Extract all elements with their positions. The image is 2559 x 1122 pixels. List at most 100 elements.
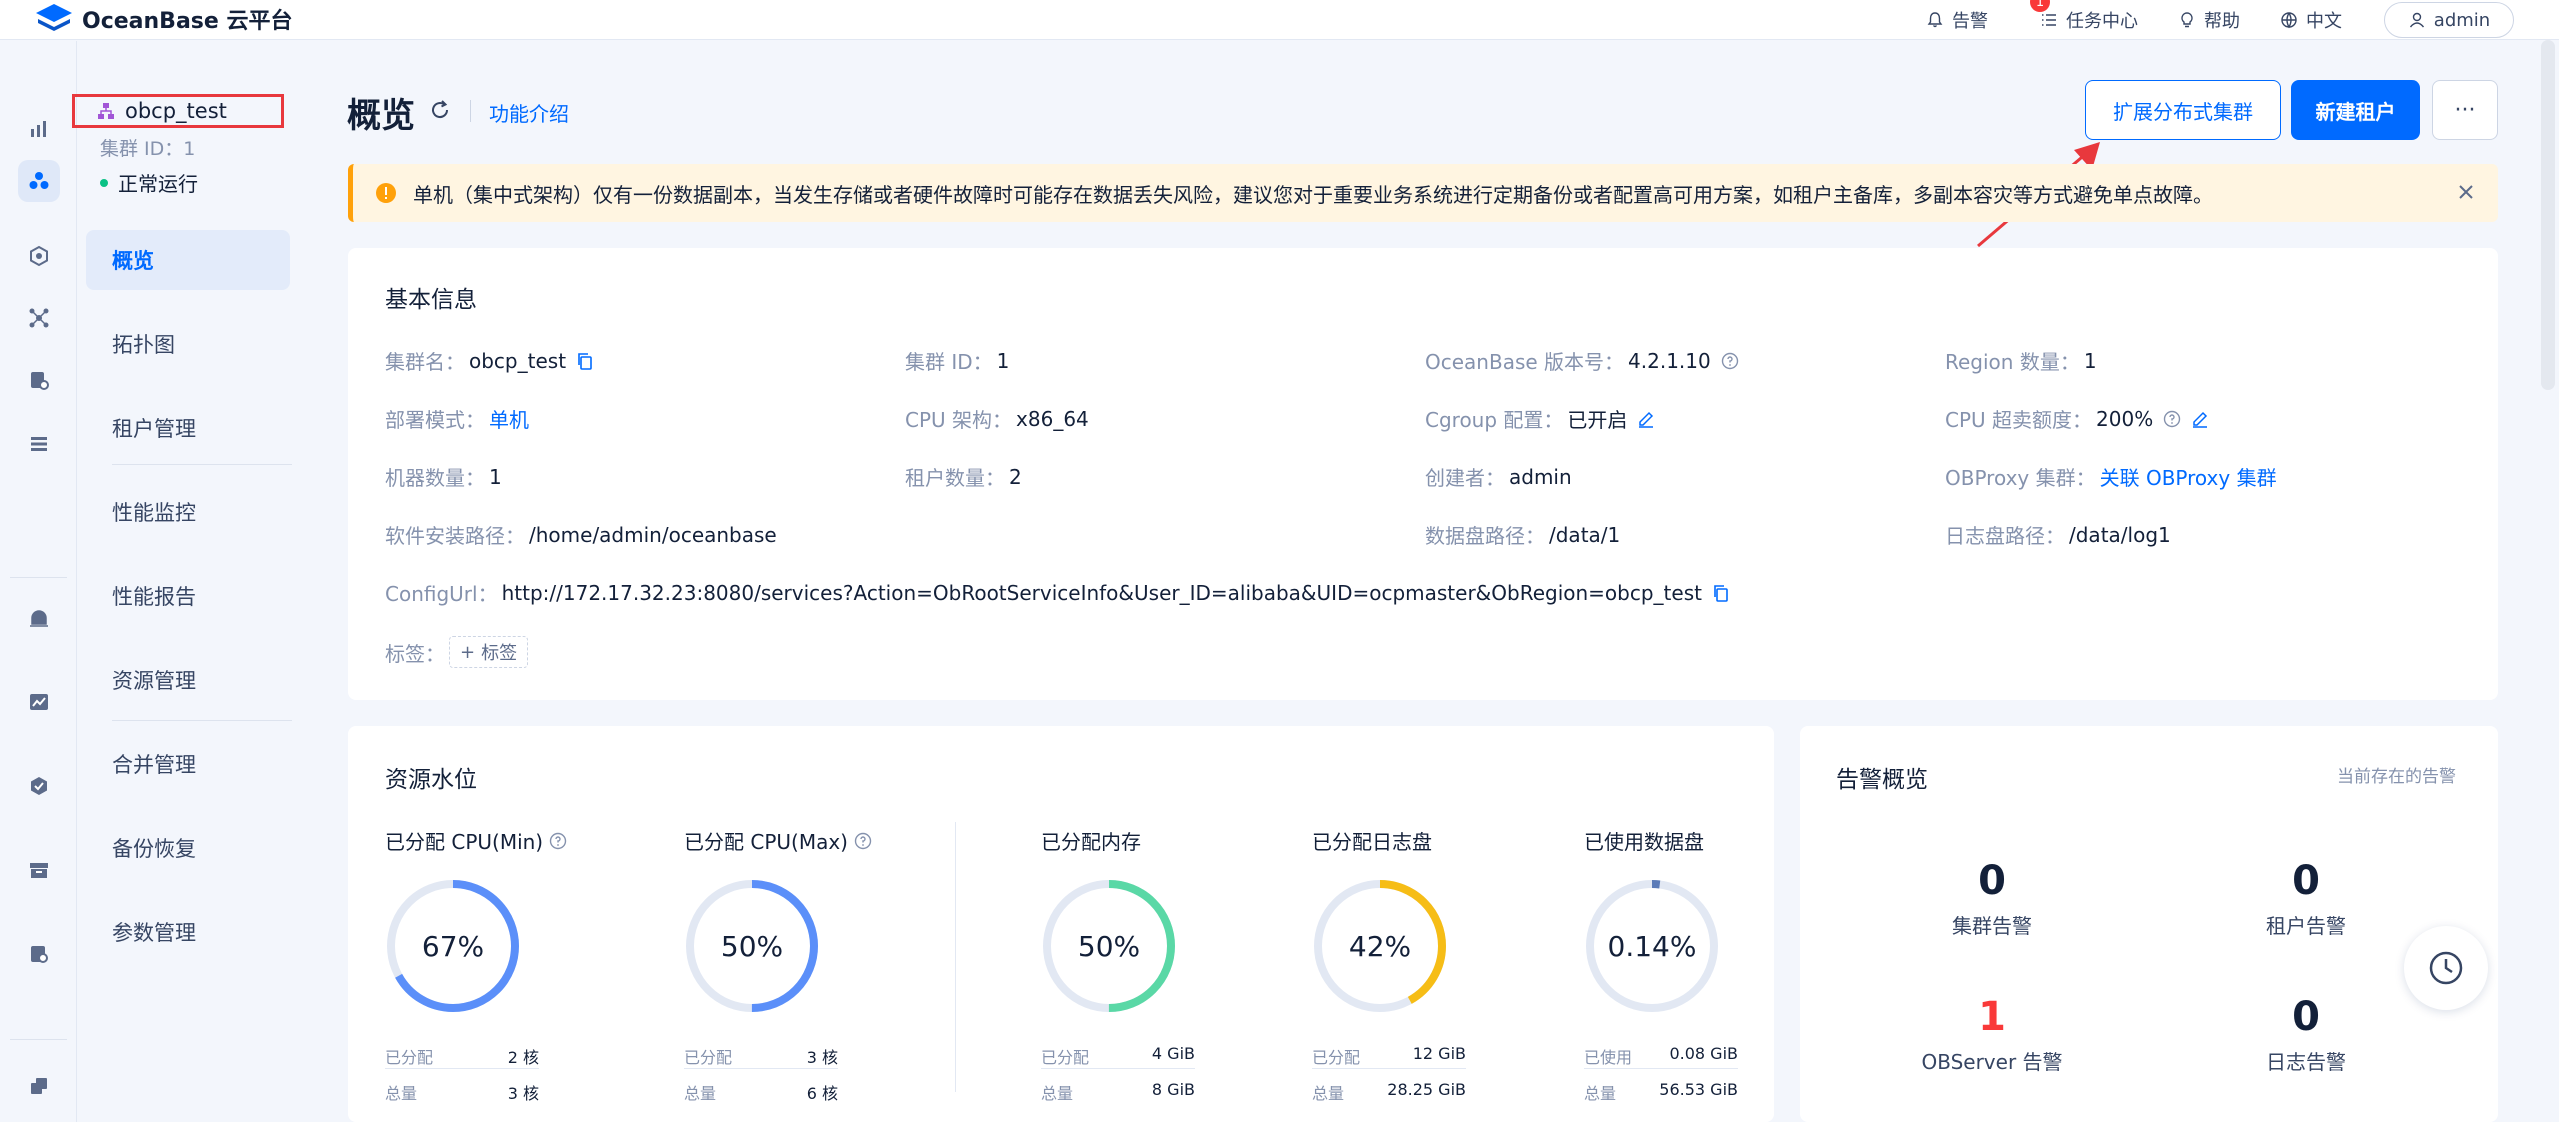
tenant-alarm-label: 租户告警 bbox=[2266, 914, 2346, 938]
info-cgroup: Cgroup 配置： 已开启 bbox=[1425, 404, 1655, 433]
oceanbase-logo-icon bbox=[36, 4, 72, 31]
cluster-tree-icon bbox=[98, 103, 114, 119]
dashboard-icon[interactable] bbox=[18, 108, 60, 150]
cluster-id: 集群 ID：1 bbox=[100, 138, 196, 160]
alarm-sidebar-icon[interactable] bbox=[18, 597, 60, 639]
list-icon bbox=[2042, 14, 2056, 26]
gauge-allocated-row: 已分配 2 核 bbox=[385, 1044, 539, 1069]
nav-merge-management[interactable]: 合并管理 bbox=[86, 734, 290, 794]
icon-sidebar bbox=[0, 41, 77, 1122]
info-cpu-overcommit: CPU 超卖额度： 200% bbox=[1945, 404, 2209, 433]
nav-performance-report[interactable]: 性能报告 bbox=[86, 566, 290, 626]
gauge-total-row: 总量 8 GiB bbox=[1041, 1080, 1195, 1103]
observer-alarm-count: 1 bbox=[1978, 994, 2006, 1040]
info-tenant-count: 租户数量： 2 bbox=[905, 464, 1022, 491]
top-bar: OceanBase 云平台 告警 1 任务中心 帮助 中文 admin bbox=[0, 0, 2559, 40]
language-menu[interactable]: 中文 bbox=[2280, 6, 2342, 34]
status-dot bbox=[100, 178, 108, 187]
tenant-icon[interactable] bbox=[18, 235, 60, 277]
user-name: admin bbox=[2433, 9, 2491, 31]
edit-icon[interactable] bbox=[2191, 410, 2209, 428]
lightbulb-icon bbox=[2181, 12, 2193, 28]
help-menu[interactable]: 帮助 bbox=[2178, 6, 2240, 34]
user-icon bbox=[2409, 12, 2424, 28]
copy-window-icon[interactable] bbox=[18, 1065, 60, 1107]
logo-text: OceanBase 云平台 bbox=[82, 9, 293, 34]
gauge-percent: 50% bbox=[1077, 929, 1141, 963]
gauge-percent: 50% bbox=[720, 929, 784, 963]
refresh-icon[interactable] bbox=[428, 98, 452, 122]
nav-topology[interactable]: 拓扑图 bbox=[86, 314, 290, 374]
diagnosis-icon[interactable] bbox=[18, 933, 60, 975]
gauge-title: 已分配 CPU(Max) bbox=[684, 826, 872, 855]
gauge-allocated-row: 已分配 3 核 bbox=[684, 1044, 838, 1069]
help-circle-icon[interactable] bbox=[854, 832, 872, 850]
nav-backup-restore[interactable]: 备份恢复 bbox=[86, 818, 290, 878]
more-actions-button[interactable]: ··· bbox=[2432, 80, 2498, 140]
warning-icon bbox=[376, 183, 396, 203]
copy-icon[interactable] bbox=[1712, 584, 1730, 602]
alarm-menu[interactable]: 告警 bbox=[1926, 6, 1988, 34]
security-icon[interactable] bbox=[18, 765, 60, 807]
gauge-total-row: 总量 3 核 bbox=[385, 1084, 539, 1103]
cluster-icon[interactable] bbox=[18, 160, 60, 202]
info-machine-count: 机器数量： 1 bbox=[385, 464, 502, 491]
language-label: 中文 bbox=[2306, 11, 2342, 32]
logo[interactable]: OceanBase 云平台 bbox=[34, 2, 292, 36]
warning-text: 单机（集中式架构）仅有一份数据副本，当发生存储或者硬件故障时可能存在数据丢失风险… bbox=[413, 182, 2213, 207]
observer-alarm-stat[interactable]: 1 OBServer 告警 bbox=[1892, 994, 2092, 1075]
nav-tenant-management[interactable]: 租户管理 bbox=[86, 398, 290, 458]
basic-info-title: 基本信息 bbox=[385, 287, 477, 313]
resource-gauge: 已分配日志盘 42% 已分配 12 GiB 总量 28.25 GiB bbox=[1312, 726, 1512, 1122]
gauge-allocated-row: 已使用 0.08 GiB bbox=[1584, 1044, 1738, 1069]
topology-icon[interactable] bbox=[18, 297, 60, 339]
gauge-title: 已使用数据盘 bbox=[1584, 830, 1704, 854]
list-menu-icon[interactable] bbox=[18, 423, 60, 465]
log-alarm-stat[interactable]: 0 日志告警 bbox=[2206, 994, 2406, 1075]
observer-alarm-label: OBServer 告警 bbox=[1921, 1050, 2063, 1074]
edit-icon[interactable] bbox=[1637, 410, 1655, 428]
gauge-percent: 0.14% bbox=[1607, 929, 1697, 963]
info-cpu-arch: CPU 架构： x86_64 bbox=[905, 406, 1089, 433]
tenant-alarm-stat[interactable]: 0 租户告警 bbox=[2206, 858, 2406, 939]
log-alarm-label: 日志告警 bbox=[2266, 1050, 2346, 1074]
clock-icon bbox=[2429, 951, 2463, 985]
help-circle-icon[interactable] bbox=[2163, 410, 2181, 428]
nav-performance-monitor[interactable]: 性能监控 bbox=[86, 482, 290, 542]
page-scrollbar[interactable] bbox=[2541, 40, 2555, 390]
cluster-alarm-stat[interactable]: 0 集群告警 bbox=[1892, 858, 2092, 939]
copy-icon[interactable] bbox=[576, 352, 594, 370]
info-tags: 标签： + 标签 bbox=[385, 636, 529, 668]
backup-box-icon[interactable] bbox=[18, 849, 60, 891]
task-center-menu[interactable]: 任务中心 bbox=[2040, 6, 2138, 34]
info-config-url: ConfigUrl： http://172.17.32.23:8080/servi… bbox=[385, 578, 1730, 607]
info-creator: 创建者： admin bbox=[1425, 464, 1572, 491]
new-tenant-button[interactable]: 新建租户 bbox=[2291, 80, 2420, 140]
tenant-alarm-count: 0 bbox=[2292, 858, 2320, 904]
expand-cluster-button[interactable]: 扩展分布式集群 bbox=[2085, 80, 2281, 140]
nav-overview[interactable]: 概览 bbox=[86, 230, 290, 290]
close-icon[interactable] bbox=[2454, 180, 2478, 204]
resource-gauge: 已分配 CPU(Max) 50% 已分配 3 核总量 6 核 bbox=[684, 726, 884, 1122]
history-float-button[interactable] bbox=[2404, 926, 2488, 1010]
bell-icon bbox=[1927, 12, 1943, 28]
basic-info-card: 基本信息 集群名： obcp_test 集群 ID： 1 OceanBase 版本号… bbox=[348, 248, 2498, 700]
alarm-overview-card: 告警概览 当前存在的告警 0 集群告警 0 租户告警 1 OBServer 告警… bbox=[1800, 726, 2498, 1122]
add-tag-button[interactable]: + 标签 bbox=[449, 636, 529, 668]
cluster-name-highlight[interactable]: obcp_test bbox=[72, 94, 284, 128]
alarm-label: 告警 bbox=[1952, 11, 1988, 32]
info-version: OceanBase 版本号： 4.2.1.10 bbox=[1425, 346, 1739, 375]
current-alarms-hint[interactable]: 当前存在的告警 bbox=[2337, 762, 2456, 787]
help-circle-icon[interactable] bbox=[1721, 352, 1739, 370]
user-menu-button[interactable]: admin bbox=[2384, 2, 2514, 38]
single-replica-warning: 单机（集中式架构）仅有一份数据副本，当发生存储或者硬件故障时可能存在数据丢失风险… bbox=[348, 164, 2498, 222]
database-settings-icon[interactable] bbox=[18, 359, 60, 401]
globe-icon bbox=[2281, 12, 2297, 29]
resource-gauge: 已分配内存 50% 已分配 4 GiB 总量 8 GiB bbox=[1041, 726, 1241, 1122]
info-obproxy: OBProxy 集群： 关联 OBProxy 集群 bbox=[1945, 466, 2277, 490]
nav-resource-management[interactable]: 资源管理 bbox=[86, 650, 290, 710]
feature-intro-link[interactable]: 功能介绍 bbox=[489, 98, 569, 127]
help-circle-icon[interactable] bbox=[549, 832, 567, 850]
monitor-icon[interactable] bbox=[18, 681, 60, 723]
nav-parameter-management[interactable]: 参数管理 bbox=[86, 902, 290, 962]
